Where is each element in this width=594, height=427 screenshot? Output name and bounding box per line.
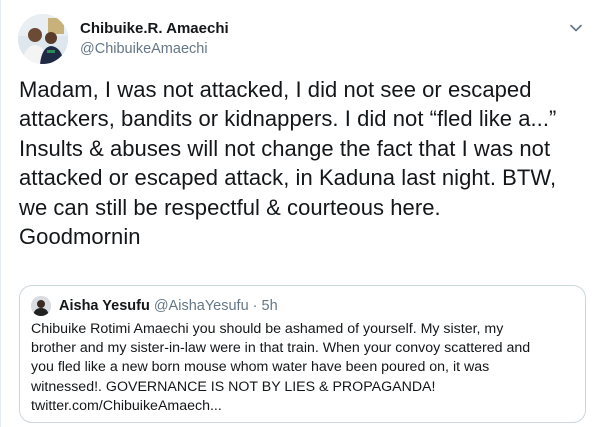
- author-handle[interactable]: @ChibuikeAmaechi: [80, 40, 229, 59]
- quoted-author-avatar[interactable]: [31, 296, 51, 316]
- tweet-text-line: attacked or escaped attack, in Kaduna la…: [19, 165, 557, 191]
- quoted-display-name[interactable]: Aisha Yesufu: [59, 298, 150, 314]
- tweet-text-line: attackers, bandits or kidnappers. I did …: [19, 106, 557, 132]
- tweet-text-line: Goodmornin: [19, 224, 141, 250]
- tweet-text-line: Madam, I was not attacked, I did not see…: [19, 77, 532, 102]
- tweet-text: Madam, I was not attacked, I did not see…: [19, 75, 589, 251]
- tweet: Chibuike.R. Amaechi @ChibuikeAmaechi Mad…: [0, 0, 594, 427]
- author-names: Chibuike.R. Amaechi @ChibuikeAmaechi: [80, 19, 229, 59]
- author-display-name[interactable]: Chibuike.R. Amaechi: [80, 19, 229, 38]
- quoted-tweet[interactable]: Aisha Yesufu @AishaYesufu · 5h Chibuike …: [19, 285, 586, 423]
- quoted-separator: ·: [252, 298, 258, 314]
- tweet-text-line: we can still be respectful & courteous h…: [19, 194, 441, 220]
- quoted-text-line: Chibuike Rotimi Amaechi you should be as…: [31, 321, 504, 337]
- author-avatar-image: [18, 14, 68, 64]
- quoted-text-line: witnessed!. GOVERNANCE IS NOT BY LIES & …: [31, 378, 436, 395]
- quoted-handle[interactable]: @AishaYesufu: [154, 298, 249, 314]
- quoted-link[interactable]: twitter.com/ChibuikeAmaech...: [31, 397, 576, 416]
- quoted-timestamp[interactable]: 5h: [262, 298, 278, 314]
- quoted-header: Aisha Yesufu @AishaYesufu · 5h: [59, 298, 278, 315]
- tweet-text-line: Insults & abuses will not change the fac…: [19, 135, 551, 161]
- quoted-text-line: brother and my sister-in-law were in tha…: [31, 340, 531, 357]
- author-avatar[interactable]: [18, 14, 68, 64]
- quoted-text: Chibuike Rotimi Amaechi you should be as…: [31, 320, 576, 416]
- quoted-author-avatar-image: [31, 296, 51, 316]
- quoted-text-line: you fled like a new born mouse whom wate…: [31, 359, 490, 376]
- chevron-down-icon[interactable]: [567, 19, 585, 37]
